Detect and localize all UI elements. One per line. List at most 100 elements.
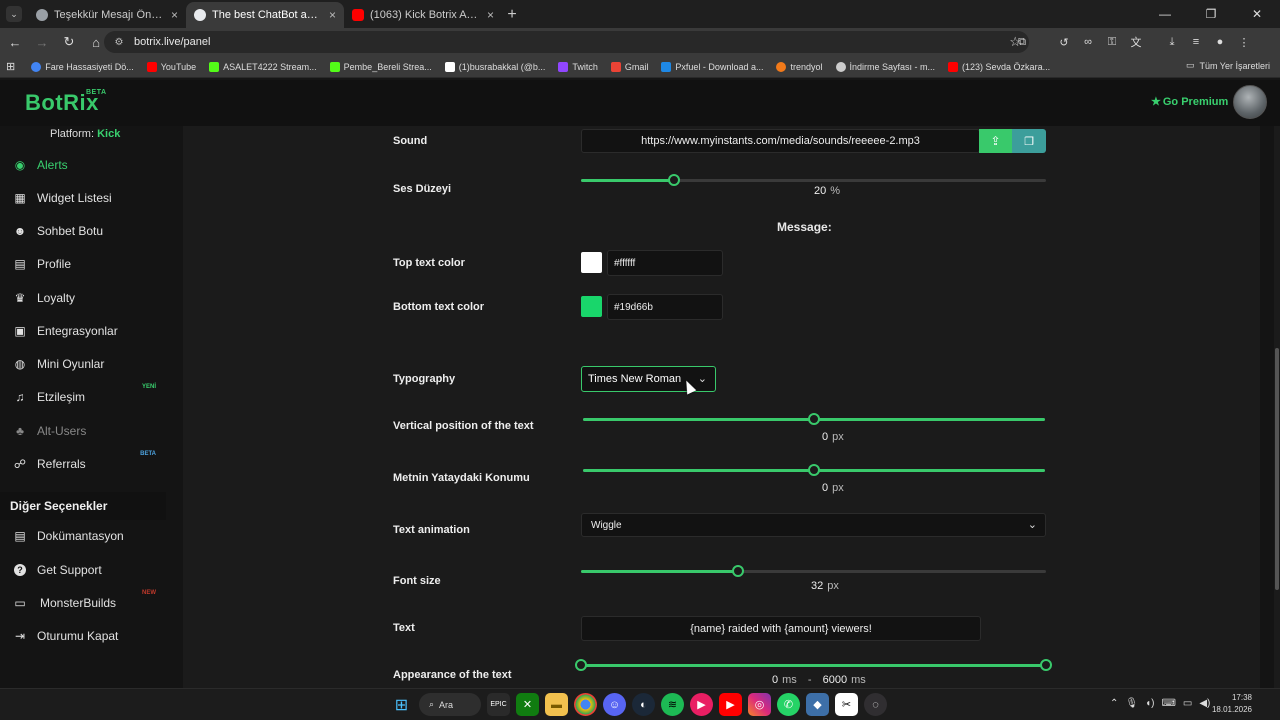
bookmark-item[interactable]: ASALET4222 Stream...: [209, 61, 317, 72]
bookmark-item[interactable]: Gmail: [610, 61, 648, 72]
chrome-icon[interactable]: [574, 693, 597, 716]
new-tab-button[interactable]: +: [502, 2, 522, 28]
whatsapp-icon[interactable]: ✆: [777, 693, 800, 716]
sound-url-input[interactable]: https://www.myinstants.com/media/sounds/…: [581, 129, 980, 153]
bookmark-item[interactable]: YouTube: [146, 61, 196, 72]
minimize-icon[interactable]: —: [1142, 0, 1188, 28]
chevron-up-icon[interactable]: ⌃: [1110, 698, 1118, 709]
media-player-icon[interactable]: ▶: [690, 693, 713, 716]
appearance-end-thumb[interactable]: [1040, 659, 1052, 671]
download-icon[interactable]: ⤓: [1162, 32, 1182, 52]
volume-slider-thumb[interactable]: [668, 174, 680, 186]
steam-icon[interactable]: ◐: [632, 693, 655, 716]
browser-tab-3[interactable]: (1063) Kick Botrix Ayarları Nası ×: [344, 2, 502, 28]
sidebar-item-profile[interactable]: ▤ Profile: [0, 251, 166, 277]
all-bookmarks-folder[interactable]: ▭ Tüm Yer İşaretleri: [1186, 60, 1270, 71]
xbox-icon[interactable]: ✕: [516, 693, 539, 716]
bookmark-item[interactable]: trendyol: [776, 61, 823, 72]
sidebar-item-mini-oyunlar[interactable]: ◍ Mini Oyunlar: [0, 351, 166, 377]
obs-icon[interactable]: ◌: [864, 693, 887, 716]
avatar[interactable]: [1233, 85, 1267, 119]
bookmark-item[interactable]: Pxfuel - Download a...: [661, 61, 763, 72]
windows-start-icon[interactable]: ⊞: [390, 693, 413, 716]
typography-select[interactable]: Times New Roman ⌄: [581, 366, 716, 392]
link-icon[interactable]: ∞: [1078, 32, 1098, 52]
volume-slider[interactable]: [581, 174, 1046, 186]
go-premium-button[interactable]: ★ Go Premium: [1151, 95, 1228, 109]
taskbar-search[interactable]: ⌕ Ara: [419, 693, 481, 716]
bookmark-item[interactable]: (1)busrabakkal (@b...: [444, 61, 545, 72]
taskbar-clock[interactable]: 17:38 18.01.2026: [1210, 692, 1252, 716]
tab-close-icon[interactable]: ×: [487, 8, 494, 22]
font-size-slider[interactable]: [581, 565, 1046, 577]
sidebar-item-dokumantasyon[interactable]: ▤ Dokümantasyon: [0, 523, 166, 549]
sidebar-item-sohbet-botu[interactable]: ☻ Sohbet Botu: [0, 218, 166, 244]
profile-extension-icon[interactable]: ●: [1210, 32, 1230, 52]
sidebar-item-get-support[interactable]: ? Get Support: [0, 557, 166, 583]
sidebar-item-oturumu-kapat[interactable]: ⇥ Oturumu Kapat: [0, 623, 166, 649]
tab-close-icon[interactable]: ×: [171, 8, 178, 22]
instagram-icon[interactable]: ◎: [748, 693, 771, 716]
file-explorer-icon[interactable]: ▬: [545, 693, 568, 716]
browser-tab-2[interactable]: The best ChatBot and Widgets ×: [186, 2, 344, 28]
sidebar-item-etzilesim[interactable]: ♫ Etzileşim YENİ: [0, 384, 166, 410]
sidebar-item-alt-users[interactable]: ♣ Alt-Users: [0, 418, 166, 444]
bookmark-item[interactable]: İndirme Sayfası - m...: [835, 61, 935, 72]
alert-text-input[interactable]: {name} raided with {amount} viewers!: [581, 616, 981, 641]
epic-games-icon[interactable]: EPIC: [487, 693, 510, 716]
microphone-icon[interactable]: 🎙: [1125, 698, 1138, 709]
discord-icon[interactable]: ☺: [603, 693, 626, 716]
appearance-range-slider[interactable]: [575, 659, 1052, 671]
extensions-icon[interactable]: ⧉: [1012, 32, 1032, 52]
font-size-slider-thumb[interactable]: [731, 565, 744, 577]
forward-icon[interactable]: →: [30, 30, 54, 54]
appearance-start-thumb[interactable]: [575, 659, 587, 671]
chrome-menu-icon[interactable]: ⋮: [1234, 32, 1254, 52]
reading-list-icon[interactable]: ≡: [1186, 32, 1206, 52]
address-bar[interactable]: ⚙ botrix.live/panel ☆: [104, 31, 1029, 53]
sidebar-item-monsterbuilds[interactable]: ▭ MonsterBuilds NEW: [0, 590, 166, 616]
bookmark-item[interactable]: Twitch: [558, 61, 598, 72]
bookmark-item[interactable]: Fare Hassasiyeti Dö...: [31, 61, 134, 72]
tab-search-button[interactable]: ⌄: [6, 6, 22, 22]
sound-gallery-button[interactable]: ❐: [1012, 129, 1046, 153]
bookmark-item[interactable]: (123) Sevda Özkara...: [948, 61, 1050, 72]
network-icon[interactable]: ▭: [1183, 698, 1192, 709]
tab-close-icon[interactable]: ×: [329, 8, 336, 22]
app-icon[interactable]: ◆: [806, 693, 829, 716]
top-color-swatch[interactable]: [581, 252, 602, 273]
volume-icon[interactable]: ◀): [1199, 698, 1210, 709]
browser-tab-1[interactable]: Teşekkür Mesajı Önerisi ×: [28, 2, 186, 28]
sidebar-item-loyalty[interactable]: ♛ Loyalty: [0, 285, 166, 311]
vertical-slider-thumb[interactable]: [808, 413, 820, 425]
maximize-icon[interactable]: ❐: [1188, 0, 1234, 28]
password-key-icon[interactable]: ⚿: [1102, 32, 1122, 52]
top-color-input[interactable]: #ffffff: [607, 250, 723, 276]
sidebar-item-referrals[interactable]: ☍ Referrals BETA: [0, 451, 166, 477]
bottom-color-swatch[interactable]: [581, 296, 602, 317]
vertical-position-slider[interactable]: [583, 413, 1045, 425]
history-icon[interactable]: ↺: [1054, 32, 1074, 52]
sidebar-item-entegrasyonlar[interactable]: ▣ Entegrasyonlar: [0, 318, 166, 344]
upload-sound-button[interactable]: ⇪: [979, 129, 1012, 153]
capcut-icon[interactable]: ✂: [835, 693, 858, 716]
reload-icon[interactable]: ↻: [57, 30, 81, 54]
bookmark-item[interactable]: Pembe_Bereli Strea...: [329, 61, 432, 72]
keyboard-icon[interactable]: ⌨: [1161, 698, 1175, 709]
site-info-icon[interactable]: ⚙: [112, 35, 126, 49]
horizontal-slider-thumb[interactable]: [808, 464, 820, 476]
speaker-icon[interactable]: ◖): [1145, 698, 1154, 709]
back-icon[interactable]: ←: [3, 30, 27, 54]
botrix-logo[interactable]: BotRix BETA: [25, 89, 106, 116]
youtube-icon[interactable]: ▶: [719, 693, 742, 716]
horizontal-position-slider[interactable]: [583, 464, 1045, 476]
bottom-color-input[interactable]: #19d66b: [607, 294, 723, 320]
text-animation-select[interactable]: Wiggle ⌄: [581, 513, 1046, 537]
sidebar-item-widget-listesi[interactable]: ▦ Widget Listesi: [0, 185, 166, 211]
apps-grid-icon[interactable]: ⊞: [6, 60, 15, 73]
close-window-icon[interactable]: ✕: [1234, 0, 1280, 28]
spotify-icon[interactable]: ≋: [661, 693, 684, 716]
scrollbar-thumb[interactable]: [1275, 348, 1279, 590]
sidebar-item-alerts[interactable]: ◉ Alerts: [0, 152, 166, 178]
translate-icon[interactable]: 文: [1126, 32, 1146, 52]
